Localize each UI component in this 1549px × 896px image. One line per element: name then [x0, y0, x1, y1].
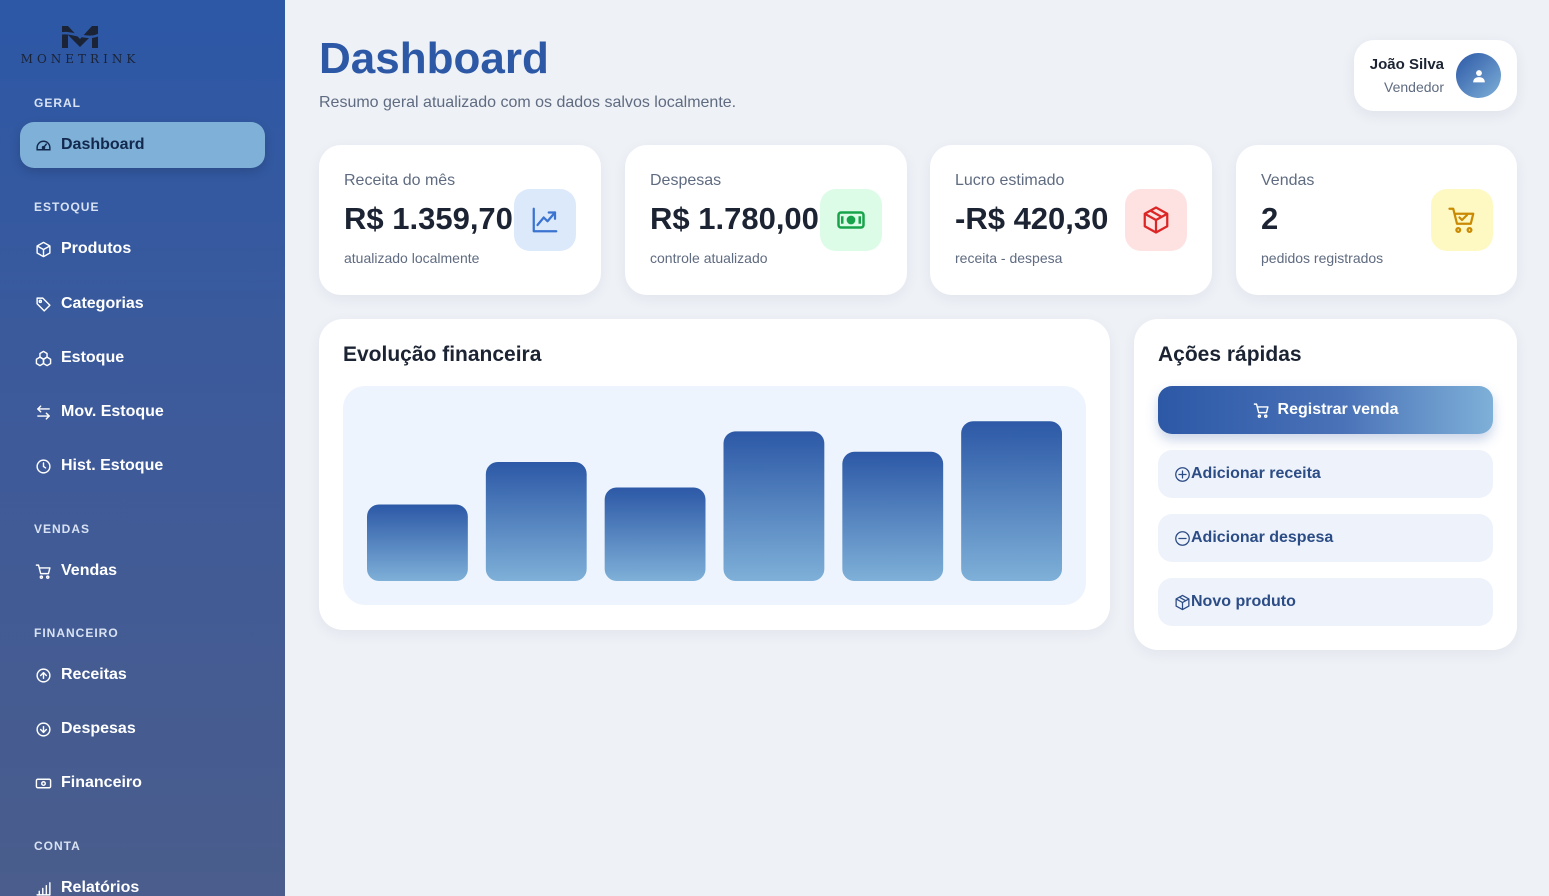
sidebar: MONETRINK GERAL Dashboard ESTOQUE Produt…	[0, 0, 285, 896]
section-label-geral: GERAL	[34, 96, 81, 110]
sidebar-item-label: Dashboard	[61, 136, 145, 153]
sidebar-item-label: Relatórios	[61, 879, 140, 896]
section-label-vendas: VENDAS	[34, 522, 91, 536]
adicionar-receita-button[interactable]: Adicionar receita	[1158, 450, 1493, 498]
logo-icon	[59, 26, 101, 48]
sidebar-item-despesas[interactable]: Despesas	[20, 706, 265, 752]
boxes-icon	[34, 349, 52, 367]
sidebar-item-relatorios[interactable]: Relatórios	[20, 865, 265, 896]
registrar-venda-button[interactable]: Registrar venda	[1158, 386, 1493, 434]
button-label: Adicionar despesa	[1191, 529, 1334, 546]
novo-produto-button[interactable]: Novo produto	[1158, 578, 1493, 626]
clock-icon	[34, 457, 52, 475]
section-label-conta: CONTA	[34, 839, 81, 853]
section-label-estoque: ESTOQUE	[34, 200, 100, 214]
box-icon	[34, 240, 52, 258]
bar-chart	[367, 421, 1062, 581]
box-icon	[1125, 189, 1187, 251]
quick-actions-card: Ações rápidas Registrar venda Adicionar …	[1134, 319, 1517, 650]
chart-bar	[723, 431, 825, 581]
stat-card-vendas: Vendas 2 pedidos registrados	[1236, 145, 1517, 295]
sidebar-item-label: Vendas	[61, 562, 118, 579]
cart-check-icon	[1431, 189, 1493, 251]
chart-bar	[842, 451, 944, 581]
stat-label: Lucro estimado	[955, 172, 1065, 189]
quick-actions-title: Ações rápidas	[1158, 343, 1302, 366]
stat-note: controle atualizado	[650, 250, 768, 266]
stat-value: R$ 1.780,00	[650, 201, 819, 236]
sidebar-item-vendas[interactable]: Vendas	[20, 548, 265, 594]
page-title: Dashboard	[319, 34, 549, 83]
chart-bar	[367, 504, 468, 581]
adicionar-despesa-button[interactable]: Adicionar despesa	[1158, 514, 1493, 562]
chart-bar	[485, 462, 587, 581]
plus-circle-icon	[1174, 466, 1191, 483]
stat-value: R$ 1.359,70	[344, 201, 513, 236]
sidebar-item-financeiro[interactable]: Financeiro	[20, 760, 265, 806]
button-label: Registrar venda	[1277, 401, 1399, 418]
sidebar-item-label: Financeiro	[61, 774, 142, 791]
arrow-down-circle-icon	[34, 720, 52, 738]
sidebar-item-label: Receitas	[61, 666, 127, 683]
stat-card-lucro: Lucro estimado -R$ 420,30 receita - desp…	[930, 145, 1212, 295]
sidebar-item-label: Despesas	[61, 720, 136, 737]
bar-chart-icon	[34, 879, 52, 896]
stat-note: pedidos registrados	[1261, 250, 1384, 266]
trend-up-icon	[514, 189, 576, 251]
user-icon	[1472, 69, 1485, 82]
button-label: Adicionar receita	[1191, 465, 1321, 482]
financial-chart-card: Evolução financeira	[319, 319, 1110, 630]
sidebar-item-label: Estoque	[61, 349, 125, 366]
brand-name: MONETRINK	[20, 52, 140, 66]
button-label: Novo produto	[1191, 593, 1296, 610]
user-name: João Silva	[1369, 56, 1444, 73]
brand-logo[interactable]: MONETRINK	[20, 22, 140, 72]
stat-value: -R$ 420,30	[955, 201, 1109, 236]
sidebar-item-dashboard[interactable]: Dashboard	[20, 122, 265, 168]
user-role: Vendedor	[1384, 79, 1444, 95]
sidebar-item-label: Produtos	[61, 240, 132, 257]
stat-label: Vendas	[1261, 172, 1315, 189]
user-profile-card[interactable]: João Silva Vendedor	[1354, 40, 1517, 111]
cash-icon	[34, 774, 52, 792]
cart-icon	[34, 562, 52, 580]
cart-icon	[1253, 402, 1270, 419]
gauge-icon	[34, 136, 52, 154]
stat-value: 2	[1261, 201, 1279, 236]
sidebar-item-label: Mov. Estoque	[61, 403, 164, 420]
sidebar-item-categorias[interactable]: Categorias	[20, 281, 265, 327]
stat-label: Receita do mês	[344, 172, 456, 189]
box-icon	[1174, 594, 1191, 611]
sidebar-item-hist-estoque[interactable]: Hist. Estoque	[20, 443, 265, 489]
arrows-left-right-icon	[34, 403, 52, 421]
stat-card-receita: Receita do mês R$ 1.359,70 atualizado lo…	[319, 145, 601, 295]
page-subtitle: Resumo geral atualizado com os dados sal…	[319, 94, 737, 111]
section-label-financeiro: FINANCEIRO	[34, 626, 119, 640]
chart-bar	[961, 421, 1062, 581]
stat-label: Despesas	[650, 172, 722, 189]
sidebar-item-label: Hist. Estoque	[61, 457, 164, 474]
tag-icon	[34, 295, 52, 313]
chart-area	[343, 386, 1086, 605]
cash-icon	[820, 189, 882, 251]
avatar[interactable]	[1456, 53, 1501, 98]
sidebar-item-mov-estoque[interactable]: Mov. Estoque	[20, 389, 265, 435]
minus-circle-icon	[1174, 530, 1191, 547]
sidebar-item-label: Categorias	[61, 295, 144, 312]
arrow-up-circle-icon	[34, 666, 52, 684]
sidebar-item-estoque[interactable]: Estoque	[20, 335, 265, 381]
chart-bar	[604, 487, 706, 581]
stat-card-despesas: Despesas R$ 1.780,00 controle atualizado	[625, 145, 907, 295]
chart-title: Evolução financeira	[343, 343, 542, 366]
sidebar-item-produtos[interactable]: Produtos	[20, 226, 265, 272]
stat-note: receita - despesa	[955, 250, 1063, 266]
stat-note: atualizado localmente	[344, 250, 480, 266]
sidebar-item-receitas[interactable]: Receitas	[20, 652, 265, 698]
